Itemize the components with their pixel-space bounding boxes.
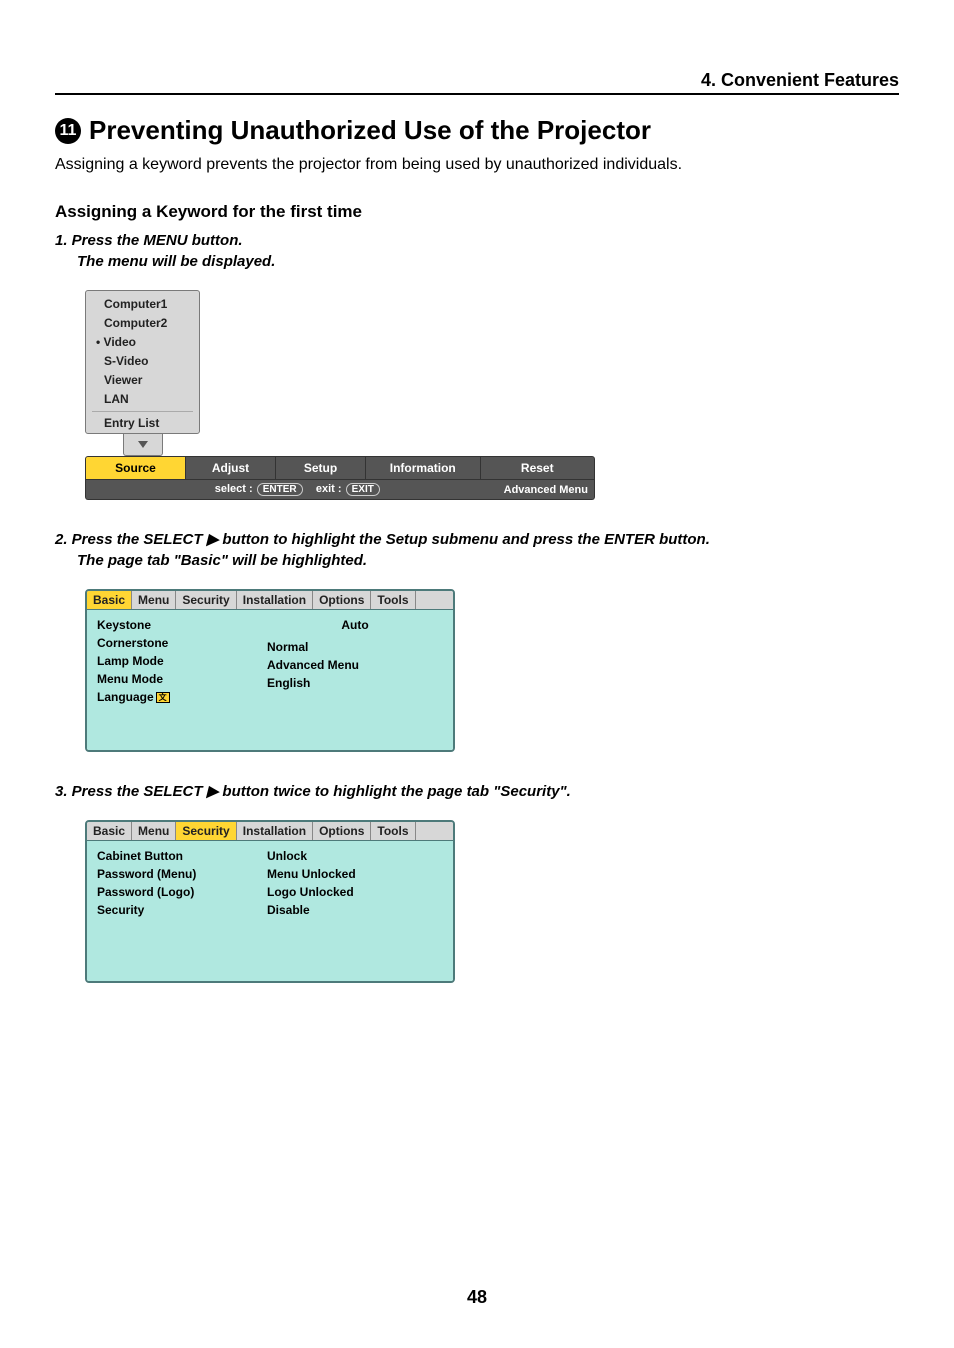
setting-value[interactable]: Menu Unlocked xyxy=(267,865,443,883)
tab-basic[interactable]: Basic xyxy=(87,591,132,609)
nav-reset[interactable]: Reset xyxy=(481,457,595,479)
bottom-nav-bar: Source Adjust Setup Information Reset xyxy=(85,456,595,480)
tab-options[interactable]: Options xyxy=(313,822,371,840)
setting-label: Cabinet Button xyxy=(97,847,267,865)
tab-installation[interactable]: Installation xyxy=(237,822,313,840)
nav-adjust[interactable]: Adjust xyxy=(186,457,276,479)
footer-bar: select : ENTER exit : EXIT Advanced Menu xyxy=(85,480,595,500)
section-number-icon: 11 xyxy=(55,118,81,144)
chapter-header: 4. Convenient Features xyxy=(55,70,899,95)
menu-screenshot-source: Computer1 Computer2 Video S-Video Viewer… xyxy=(85,290,595,500)
step-3: 3. Press the SELECT ▶ button twice to hi… xyxy=(55,782,899,800)
enter-key-icon: ENTER xyxy=(257,483,303,496)
nav-information[interactable]: Information xyxy=(366,457,481,479)
tab-options[interactable]: Options xyxy=(313,591,371,609)
setting-label: Keystone xyxy=(97,616,267,634)
section-title: 11 Preventing Unauthorized Use of the Pr… xyxy=(55,115,899,146)
step-2: 2. Press the SELECT ▶ button to highligh… xyxy=(55,530,899,548)
setting-label: Lamp Mode xyxy=(97,652,267,670)
entry-list-item[interactable]: Entry List xyxy=(86,414,199,433)
setting-label: Cornerstone xyxy=(97,634,267,652)
scroll-down-indicator xyxy=(123,434,163,456)
sub-heading: Assigning a Keyword for the first time xyxy=(55,202,899,222)
language-icon: 文 xyxy=(156,692,170,703)
tab-menu[interactable]: Menu xyxy=(132,591,176,609)
setting-value[interactable]: Advanced Menu xyxy=(267,656,443,674)
setting-label: Security xyxy=(97,901,267,919)
step-1-sub: The menu will be displayed. xyxy=(55,253,899,270)
list-item[interactable]: S-Video xyxy=(86,352,199,371)
submenu-body: Keystone Cornerstone Lamp Mode Menu Mode… xyxy=(87,610,453,750)
tab-tools[interactable]: Tools xyxy=(371,591,415,609)
menu-screenshot-security: Basic Menu Security Installation Options… xyxy=(85,820,455,983)
setting-value[interactable]: Logo Unlocked xyxy=(267,883,443,901)
nav-setup[interactable]: Setup xyxy=(276,457,366,479)
setting-value[interactable]: Auto xyxy=(267,616,443,634)
setting-label: Password (Logo) xyxy=(97,883,267,901)
submenu-body: Cabinet Button Password (Menu) Password … xyxy=(87,841,453,981)
tab-installation[interactable]: Installation xyxy=(237,591,313,609)
setting-label: Menu Mode xyxy=(97,670,267,688)
list-item[interactable]: LAN xyxy=(86,390,199,409)
tab-security[interactable]: Security xyxy=(176,591,236,609)
setting-value[interactable]: Disable xyxy=(267,901,443,919)
setting-value[interactable]: English xyxy=(267,674,443,692)
source-list: Computer1 Computer2 Video S-Video Viewer… xyxy=(85,290,200,434)
menu-screenshot-basic: Basic Menu Security Installation Options… xyxy=(85,589,455,752)
tab-tools[interactable]: Tools xyxy=(371,822,415,840)
list-item[interactable]: Computer1 xyxy=(86,295,199,314)
divider xyxy=(92,411,193,412)
list-item-selected[interactable]: Video xyxy=(86,333,199,352)
page-number: 48 xyxy=(0,1287,954,1308)
setting-label: Password (Menu) xyxy=(97,865,267,883)
step-2-sub: The page tab "Basic" will be highlighted… xyxy=(55,552,899,569)
setting-value[interactable]: Normal xyxy=(267,638,443,656)
tab-basic[interactable]: Basic xyxy=(87,822,132,840)
tab-security[interactable]: Security xyxy=(176,822,236,840)
footer-hints: select : ENTER exit : EXIT xyxy=(92,483,504,496)
tab-menu[interactable]: Menu xyxy=(132,822,176,840)
tab-bar: Basic Menu Security Installation Options… xyxy=(87,591,453,610)
setting-label-language: Language文 xyxy=(97,688,267,706)
footer-mode: Advanced Menu xyxy=(504,484,588,496)
exit-key-icon: EXIT xyxy=(346,483,380,496)
section-title-text: Preventing Unauthorized Use of the Proje… xyxy=(89,115,651,146)
chevron-down-icon xyxy=(138,441,148,448)
intro-text: Assigning a keyword prevents the project… xyxy=(55,156,899,174)
list-item[interactable]: Computer2 xyxy=(86,314,199,333)
tab-bar: Basic Menu Security Installation Options… xyxy=(87,822,453,841)
step-1: 1. Press the MENU button. xyxy=(55,232,899,249)
setting-value[interactable]: Unlock xyxy=(267,847,443,865)
list-item[interactable]: Viewer xyxy=(86,371,199,390)
nav-source[interactable]: Source xyxy=(86,457,186,479)
